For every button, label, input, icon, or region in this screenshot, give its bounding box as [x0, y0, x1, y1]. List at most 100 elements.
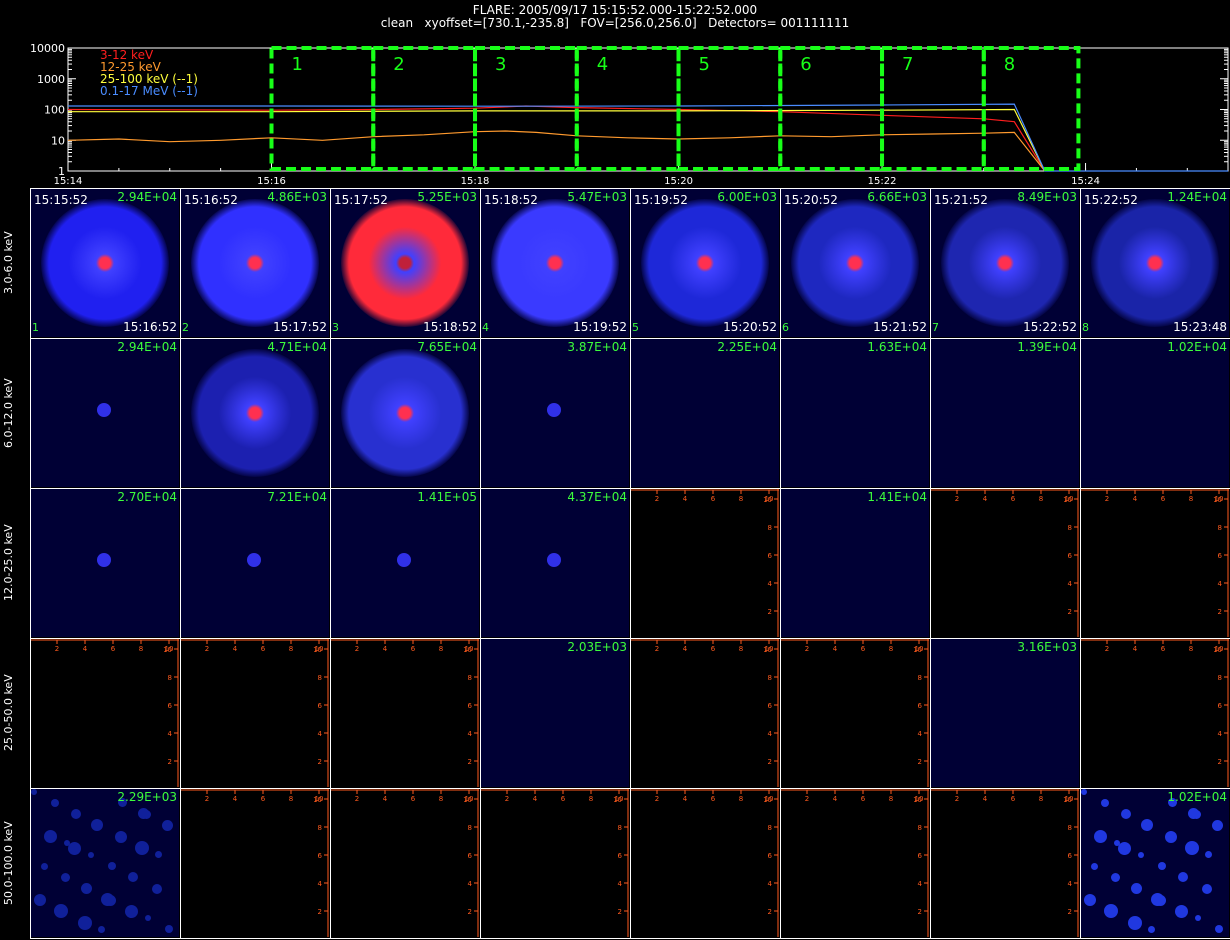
axis-tick-label: 2 [168, 758, 172, 766]
axis-tick-label: 4 [233, 795, 238, 803]
noise-speck [1215, 925, 1223, 933]
image-cell[interactable]: 4.71E+04 [181, 339, 329, 487]
empty-image-cell[interactable]: 2 2 4 4 6 6 8 8 10 10 [181, 639, 329, 787]
empty-image-cell[interactable]: 2 2 4 4 6 6 8 8 10 10 [31, 639, 179, 787]
empty-image-cell[interactable]: 2 2 4 4 6 6 8 8 10 10 [781, 639, 929, 787]
x-tick-label: 15:14 [54, 176, 83, 187]
image-cell[interactable]: 1.02E+04 [1081, 339, 1229, 487]
axis-tick-label: 6 [261, 795, 266, 803]
image-cell[interactable]: 6.66E+03 15:20:52 15:21:52 6 [781, 189, 929, 337]
empty-image-cell[interactable]: 2 2 4 4 6 6 8 8 10 10 [631, 489, 779, 637]
source-emission [341, 349, 469, 477]
empty-image-cell[interactable]: 2 2 4 4 6 6 8 8 10 10 [331, 639, 479, 787]
image-cell[interactable]: 2.70E+04 [31, 489, 179, 637]
image-cell[interactable]: 1.24E+04 15:22:52 15:23:48 8 [1081, 189, 1229, 337]
noise-speck [152, 884, 162, 894]
grid-divider [930, 188, 931, 938]
empty-image-cell[interactable]: 2 2 4 4 6 6 8 8 10 10 [181, 789, 329, 937]
empty-panel-axes: 224466881010 [781, 789, 929, 937]
grid-divider [30, 188, 1230, 189]
image-cell[interactable]: 6.00E+03 15:19:52 15:20:52 5 [631, 189, 779, 337]
noise-speck [1148, 926, 1155, 933]
axis-tick-label: 8 [739, 495, 743, 503]
axis-tick-label: 2 [205, 645, 209, 653]
empty-image-cell[interactable]: 2 2 4 4 6 6 8 8 10 10 [481, 789, 629, 937]
axis-tick-label: 2 [468, 758, 472, 766]
image-cell[interactable]: 7.21E+04 [181, 489, 329, 637]
image-cell[interactable]: 2.94E+04 [31, 339, 179, 487]
image-cell[interactable]: 1.39E+04 [931, 339, 1079, 487]
noise-speck [88, 852, 94, 858]
interval-start-time: 15:19:52 [634, 193, 688, 207]
image-cell[interactable]: 2.94E+04 15:15:52 15:16:52 1 [31, 189, 179, 337]
axis-tick-label: 4 [918, 730, 923, 738]
image-max-value: 6.00E+03 [717, 190, 777, 204]
axis-tick-label: 6 [618, 852, 623, 860]
empty-image-cell[interactable]: 2 2 4 4 6 6 8 8 10 10 [631, 789, 779, 937]
axis-tick-label: 6 [711, 495, 716, 503]
axis-tick-label: 6 [711, 645, 716, 653]
image-cell[interactable]: 3.87E+04 [481, 339, 629, 487]
image-cell[interactable]: 4.37E+04 [481, 489, 629, 637]
axis-tick-label: 6 [1011, 495, 1016, 503]
interval-end-time: 15:23:48 [1173, 320, 1227, 334]
image-cell[interactable]: 5.47E+03 15:18:52 15:19:52 4 [481, 189, 629, 337]
axis-tick-label: 8 [589, 795, 593, 803]
image-cell[interactable]: 2.29E+03 [31, 789, 179, 937]
empty-image-cell[interactable]: 2 2 4 4 6 6 8 8 10 10 [1081, 489, 1229, 637]
noise-speck [81, 883, 92, 894]
image-cell[interactable]: 7.65E+04 [331, 339, 479, 487]
image-cell[interactable]: 8.49E+03 15:21:52 15:22:52 7 [931, 189, 1079, 337]
noise-speck [54, 904, 68, 918]
image-cell[interactable]: 1.41E+05 [331, 489, 479, 637]
axis-tick-label: 8 [168, 674, 172, 682]
axis-tick-label: 4 [833, 795, 838, 803]
empty-image-cell[interactable]: 2 2 4 4 6 6 8 8 10 10 [781, 789, 929, 937]
axis-tick-label: 4 [233, 645, 238, 653]
empty-panel-axes: 224466881010 [331, 639, 479, 787]
y-tick-label: 100 [44, 104, 65, 117]
interval-start-time: 15:16:52 [184, 193, 238, 207]
source-emission [547, 403, 561, 417]
source-emission [341, 199, 469, 327]
axis-tick-label: 2 [355, 645, 359, 653]
axis-tick-label: 4 [983, 495, 988, 503]
empty-image-cell[interactable]: 2 2 4 4 6 6 8 8 10 10 [1081, 639, 1229, 787]
axis-tick-label: 6 [918, 702, 923, 710]
image-cell[interactable]: 4.86E+03 15:16:52 15:17:52 2 [181, 189, 329, 337]
image-cell[interactable]: 1.63E+04 [781, 339, 929, 487]
noise-speck [1175, 905, 1188, 918]
grid-divider [30, 788, 1230, 789]
interval-end-time: 15:21:52 [873, 320, 927, 334]
x-tick-label: 15:24 [1071, 176, 1100, 187]
image-max-value: 1.63E+04 [867, 340, 927, 354]
interval-end-time: 15:20:52 [723, 320, 777, 334]
image-cell[interactable]: 2.03E+03 [481, 639, 629, 787]
grid-divider [180, 188, 181, 938]
image-cell[interactable]: 2.25E+04 [631, 339, 779, 487]
y-tick-label: 10000 [30, 42, 65, 55]
image-cell[interactable]: 1.41E+04 [781, 489, 929, 637]
interval-start-time: 15:22:52 [1084, 193, 1138, 207]
noise-speck [1104, 904, 1118, 918]
noise-speck [1195, 915, 1201, 921]
empty-image-cell[interactable]: 2 2 4 4 6 6 8 8 10 10 [331, 789, 479, 937]
image-cell[interactable]: 5.25E+03 15:17:52 15:18:52 3 [331, 189, 479, 337]
empty-image-cell[interactable]: 2 2 4 4 6 6 8 8 10 10 [931, 789, 1079, 937]
axis-tick-label: 6 [111, 645, 116, 653]
image-cell[interactable]: 1.02E+04 [1081, 789, 1229, 937]
noise-speck [41, 863, 48, 870]
noise-speck [1185, 841, 1199, 855]
interval-start-time: 15:20:52 [784, 193, 838, 207]
axis-tick-label: 6 [318, 702, 323, 710]
axis-tick-label: 10 [1213, 496, 1222, 504]
image-cell[interactable]: 3.16E+03 [931, 639, 1079, 787]
empty-image-cell[interactable]: 2 2 4 4 6 6 8 8 10 10 [631, 639, 779, 787]
source-emission [547, 553, 561, 567]
axis-tick-label: 2 [468, 908, 472, 916]
axis-tick-label: 8 [768, 824, 772, 832]
axis-tick-label: 6 [918, 852, 923, 860]
x-tick-label: 15:22 [868, 176, 897, 187]
empty-image-cell[interactable]: 2 2 4 4 6 6 8 8 10 10 [931, 489, 1079, 637]
grid-divider [30, 488, 1230, 489]
